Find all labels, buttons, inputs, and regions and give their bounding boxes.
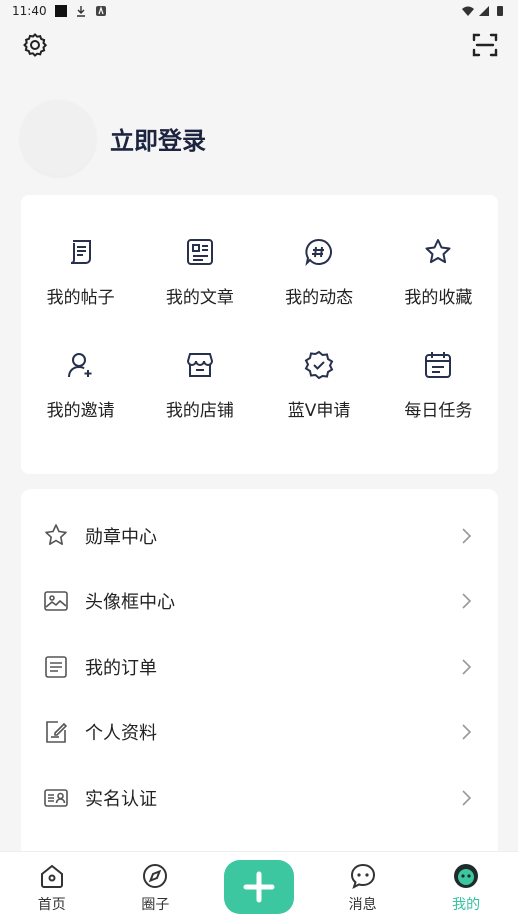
status-time: 11:40 [12,4,47,18]
publish-plus-button[interactable] [223,860,294,914]
home-icon [38,862,66,890]
menu-item-avatar-frame-center[interactable]: 头像框中心 [21,569,498,635]
menu-item-label: 我的订单 [85,657,157,679]
app-notification-icon [95,6,106,16]
grid-item-label: 每日任务 [404,401,473,421]
download-icon [76,6,85,17]
verified-badge-icon [302,348,336,382]
status-bar: 11:40 [0,0,518,22]
shop-icon [183,348,217,382]
mine-face-icon [452,862,480,890]
menu-item-label: 勋章中心 [85,526,157,548]
grid-item-label: 我的邀请 [46,401,115,421]
order-list-icon [43,654,69,680]
menu-item-label: 实名认证 [85,788,157,810]
chevron-right-icon [462,659,472,675]
tab-publish[interactable] [207,852,311,920]
compass-icon [141,862,169,890]
menu-list-card: 勋章中心 头像框中心 我的订单 个人资料 实名认证 [21,489,498,869]
grid-item-bluev-apply[interactable]: 蓝V申请 [260,348,379,421]
image-frame-icon [43,588,69,614]
grid-item-my-favorites[interactable]: 我的收藏 [379,235,498,308]
battery-icon [497,6,503,16]
menu-item-label: 个人资料 [85,723,157,745]
top-bar [0,30,518,60]
profile-header[interactable]: 立即登录 [20,98,490,178]
grid-item-my-articles[interactable]: 我的文章 [140,235,259,308]
tab-messages[interactable]: 消息 [311,852,415,920]
menu-item-profile-info[interactable]: 个人资料 [21,700,498,766]
notification-square-icon [54,5,67,17]
scan-icon[interactable] [472,32,498,58]
star-outline-icon [43,523,69,549]
calendar-icon [421,348,455,382]
star-icon [421,235,455,269]
tab-label: 首页 [37,897,66,913]
grid-item-label: 我的店铺 [165,401,234,421]
edit-document-icon [43,719,69,745]
grid-item-my-invites[interactable]: 我的邀请 [21,348,140,421]
login-title[interactable]: 立即登录 [110,121,206,156]
avatar[interactable] [20,100,96,176]
hashtag-bubble-icon [302,235,336,269]
feature-grid-card: 我的帖子 我的文章 我的动态 我的收藏 我的邀请 我的店铺 蓝V申请 每日任务 [21,195,498,474]
tab-label: 消息 [348,897,377,913]
bottom-tab-bar: 首页 圈子 消息 我的 [0,851,518,920]
chevron-right-icon [462,724,472,740]
menu-item-label: 头像框中心 [85,592,175,614]
grid-item-my-shop[interactable]: 我的店铺 [140,348,259,421]
id-card-icon [43,785,69,811]
grid-item-my-posts[interactable]: 我的帖子 [21,235,140,308]
post-icon [64,235,98,269]
chevron-right-icon [462,790,472,806]
settings-gear-icon[interactable] [22,32,48,58]
chat-bubble-icon [349,862,377,890]
grid-item-label: 我的动态 [285,288,354,308]
tab-home[interactable]: 首页 [0,852,104,920]
user-add-icon [64,348,98,382]
plus-icon [243,871,275,903]
signal-icon [479,6,489,16]
grid-item-daily-tasks[interactable]: 每日任务 [379,348,498,421]
grid-item-label: 我的收藏 [404,288,473,308]
menu-item-badge-center[interactable]: 勋章中心 [21,503,498,569]
tab-circle[interactable]: 圈子 [104,852,208,920]
chevron-right-icon [462,593,472,609]
tab-mine[interactable]: 我的 [414,852,518,920]
grid-item-label: 我的文章 [165,288,234,308]
menu-item-my-orders[interactable]: 我的订单 [21,634,498,700]
grid-item-my-moments[interactable]: 我的动态 [260,235,379,308]
article-icon [183,235,217,269]
tab-label: 我的 [452,897,481,913]
grid-item-label: 蓝V申请 [287,401,351,421]
tab-label: 圈子 [141,897,170,913]
chevron-right-icon [462,528,472,544]
wifi-icon [462,6,474,16]
menu-item-real-name-auth[interactable]: 实名认证 [21,765,498,831]
grid-item-label: 我的帖子 [46,288,115,308]
